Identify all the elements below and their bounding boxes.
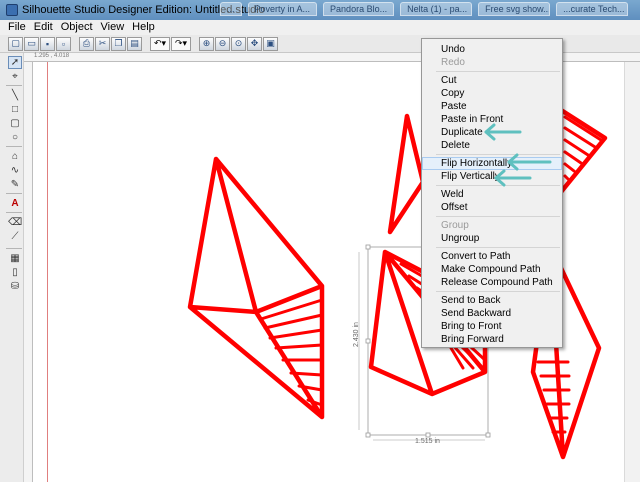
zoom-box-icon[interactable]: ⊙	[231, 36, 246, 51]
context-menu: Undo Redo Cut Copy Paste Paste in Front …	[421, 38, 563, 348]
select-icon[interactable]: ➚	[8, 56, 22, 69]
background-tab[interactable]: ...curate Tech...	[556, 2, 629, 16]
print-icon[interactable]: ⎙	[79, 36, 94, 51]
polygon-icon[interactable]: ⌂	[8, 150, 22, 163]
library-icon[interactable]: ⛁	[8, 280, 22, 293]
rounded-rect-icon[interactable]: ▢	[8, 117, 22, 130]
curve-icon[interactable]: ∿	[8, 164, 22, 177]
menu-flip-horizontally[interactable]: Flip Horizontally	[422, 157, 562, 170]
menu-bring-to-front[interactable]: Bring to Front	[422, 320, 562, 333]
edit-points-icon[interactable]: ⌖	[8, 70, 22, 83]
menu-offset[interactable]: Offset	[422, 201, 562, 214]
menu-file[interactable]: File	[0, 20, 30, 35]
left-tool-panel: ➚ ⌖ ╲ □ ▢ ○ ⌂ ∿ ✎ A ⌫ ⟋ ▦ ▯ ⛁	[0, 53, 24, 482]
menu-view[interactable]: View	[97, 20, 129, 35]
menu-ungroup[interactable]: Ungroup	[422, 232, 562, 245]
open-icon[interactable]: ▭	[24, 36, 39, 51]
menu-group: Group	[441, 220, 469, 231]
menu-edit[interactable]: Edit	[30, 20, 57, 35]
copy-icon[interactable]: ❐	[111, 36, 126, 51]
menu-redo: Redo	[441, 57, 465, 68]
pan-icon[interactable]: ✥	[247, 36, 262, 51]
menu-cut[interactable]: Cut	[422, 74, 562, 87]
silhouette-app-icon	[6, 4, 18, 16]
grid-icon[interactable]: ▦	[8, 252, 22, 265]
menu-send-backward[interactable]: Send Backward	[422, 307, 562, 320]
menu-convert-to-path[interactable]: Convert to Path	[422, 250, 562, 263]
page-icon[interactable]: ▯	[8, 266, 22, 279]
menu-duplicate[interactable]: Duplicate	[422, 126, 562, 139]
menu-bar: File Edit Object View Help	[0, 20, 640, 35]
faceted-shape-left[interactable]	[187, 156, 325, 420]
faceted-shape-upper-right[interactable]	[558, 107, 608, 195]
fit-page-icon[interactable]: ▣	[263, 36, 278, 51]
title-bar: Silhouette Studio Designer Edition: Unti…	[0, 0, 640, 20]
menu-make-compound-path[interactable]: Make Compound Path	[422, 263, 562, 276]
line-icon[interactable]: ╲	[8, 89, 22, 102]
menu-undo[interactable]: Undo	[422, 43, 562, 56]
eraser-icon[interactable]: ⌫	[8, 216, 22, 229]
redo-icon[interactable]: ↷▾	[171, 36, 191, 51]
undo-icon[interactable]: ↶▾	[150, 36, 170, 51]
zoom-in-icon[interactable]: ⊕	[199, 36, 214, 51]
menu-send-to-back[interactable]: Send to Back	[422, 294, 562, 307]
vertical-scrollbar[interactable]	[624, 62, 640, 482]
width-dimension-label: 1.515 in	[415, 438, 440, 445]
rectangle-icon[interactable]: □	[8, 103, 22, 116]
cut-icon[interactable]: ✂	[95, 36, 110, 51]
menu-paste-in-front[interactable]: Paste in Front	[422, 113, 562, 126]
background-tab[interactable]: Free svg show...	[478, 2, 551, 16]
knife-icon[interactable]: ⟋	[8, 230, 22, 243]
menu-help[interactable]: Help	[128, 20, 159, 35]
faceted-shape-upper-middle[interactable]	[387, 113, 426, 235]
zoom-out-icon[interactable]: ⊖	[215, 36, 230, 51]
menu-paste[interactable]: Paste	[422, 100, 562, 113]
menu-object[interactable]: Object	[57, 20, 97, 35]
ellipse-icon[interactable]: ○	[8, 131, 22, 144]
background-browser-tabs: ... Poverty in A... Pandora Blo... Nelta…	[220, 2, 629, 16]
ruler-coordinates: 1.295 , 4.018	[34, 53, 70, 59]
vertical-ruler	[24, 62, 33, 482]
text-icon[interactable]: A	[8, 197, 22, 210]
menu-bring-forward[interactable]: Bring Forward	[422, 333, 562, 346]
paste-icon[interactable]: ▤	[127, 36, 142, 51]
menu-copy[interactable]: Copy	[422, 87, 562, 100]
background-tab[interactable]: ...	[220, 2, 242, 16]
menu-release-compound-path[interactable]: Release Compound Path	[422, 276, 562, 289]
background-tab[interactable]: Nelta (1) - pa...	[400, 2, 473, 16]
menu-weld[interactable]: Weld	[422, 188, 562, 201]
new-icon[interactable]: ▢	[8, 36, 23, 51]
save-as-icon[interactable]: ▫	[56, 36, 71, 51]
background-tab[interactable]: Poverty in A...	[247, 2, 318, 16]
menu-flip-vertically[interactable]: Flip Vertically	[422, 170, 562, 183]
background-tab[interactable]: Pandora Blo...	[323, 2, 395, 16]
menu-delete[interactable]: Delete	[422, 139, 562, 152]
height-dimension-label: 2.430 in	[353, 322, 360, 347]
freehand-icon[interactable]: ✎	[8, 178, 22, 191]
save-icon[interactable]: ▪	[40, 36, 55, 51]
